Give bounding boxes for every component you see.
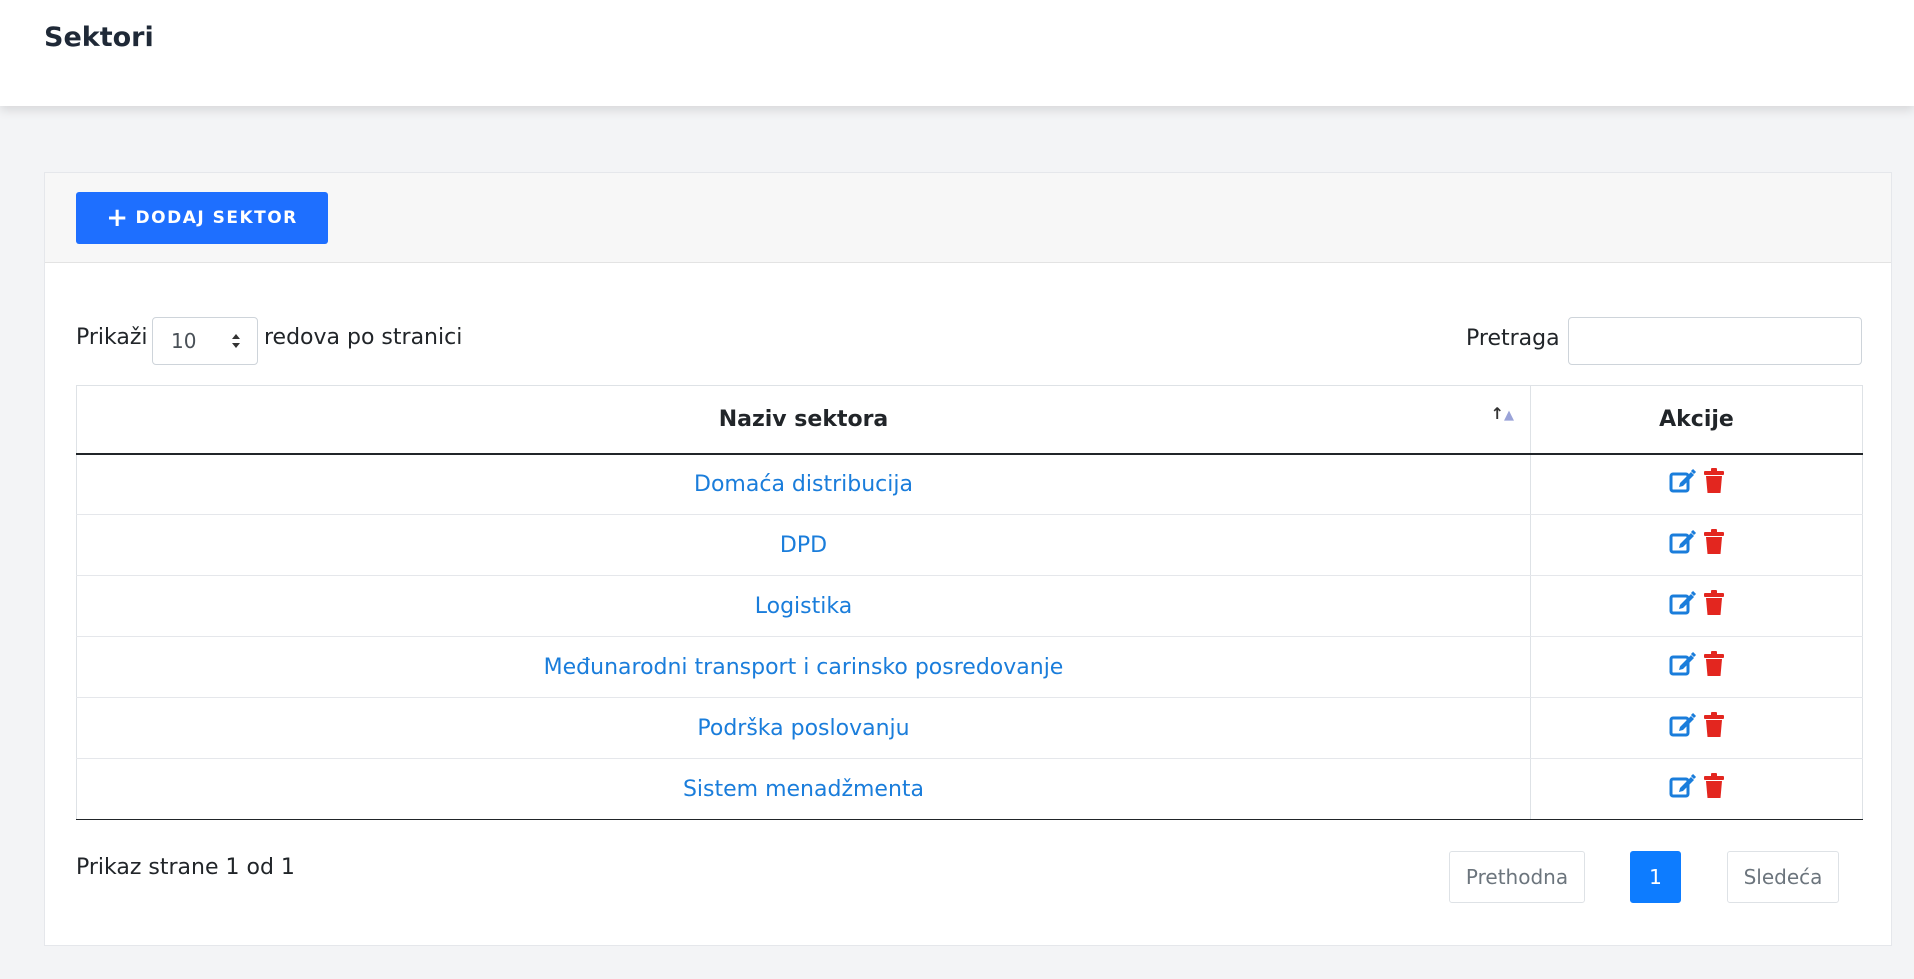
sector-name-link[interactable]: Domaća distribucija xyxy=(694,472,913,497)
trash-icon[interactable] xyxy=(1703,468,1725,494)
table-header-row: Naziv sektora ↑▲ Akcije xyxy=(76,385,1863,455)
actions-cell xyxy=(1530,697,1863,759)
table-row: Domaća distribucija xyxy=(76,453,1863,515)
page-header: Sektori xyxy=(0,0,1914,106)
column-header-name-label: Naziv sektora xyxy=(718,406,889,432)
trash-icon[interactable] xyxy=(1703,590,1725,616)
column-header-actions: Akcije xyxy=(1530,385,1863,455)
table-row: Međunarodni transport i carinsko posredo… xyxy=(76,636,1863,698)
actions-cell xyxy=(1530,453,1863,515)
actions-cell xyxy=(1530,575,1863,637)
trash-icon[interactable] xyxy=(1703,529,1725,555)
edit-icon[interactable] xyxy=(1669,773,1697,799)
trash-icon[interactable] xyxy=(1703,651,1725,677)
edit-icon[interactable] xyxy=(1669,529,1697,555)
trash-icon[interactable] xyxy=(1703,773,1725,799)
sector-name-cell: Sistem menadžmenta xyxy=(76,758,1531,820)
sector-name-link[interactable]: DPD xyxy=(780,533,827,558)
pagination-previous-button[interactable]: Prethodna xyxy=(1449,851,1585,903)
sort-ascending-icon: ↑▲ xyxy=(1490,404,1514,423)
add-sector-label: DODAJ SEKTOR xyxy=(135,208,298,228)
table-row: Podrška poslovanju xyxy=(76,697,1863,759)
length-prefix-label: Prikaži xyxy=(76,325,148,350)
table-row: Logistika xyxy=(76,575,1863,637)
sectors-table: Naziv sektora ↑▲ Akcije Domaća distribuc… xyxy=(76,385,1863,820)
rows-per-page-select[interactable]: 10 xyxy=(152,317,258,365)
sector-name-cell: Međunarodni transport i carinsko posredo… xyxy=(76,636,1531,698)
pagination-info: Prikaz strane 1 od 1 xyxy=(76,855,295,880)
sector-name-link[interactable]: Podrška poslovanju xyxy=(697,716,909,741)
sector-name-link[interactable]: Sistem menadžmenta xyxy=(683,777,924,802)
sort-caret-icon xyxy=(232,334,240,348)
column-header-name[interactable]: Naziv sektora ↑▲ xyxy=(76,385,1531,455)
sector-name-link[interactable]: Logistika xyxy=(755,594,852,619)
sector-name-link[interactable]: Međunarodni transport i carinsko posredo… xyxy=(544,655,1064,680)
sector-name-cell: Logistika xyxy=(76,575,1531,637)
edit-icon[interactable] xyxy=(1669,468,1697,494)
trash-icon[interactable] xyxy=(1703,712,1725,738)
card-header: + DODAJ SEKTOR xyxy=(45,173,1891,263)
pagination-page-1-button[interactable]: 1 xyxy=(1630,851,1681,903)
edit-icon[interactable] xyxy=(1669,590,1697,616)
edit-icon[interactable] xyxy=(1669,712,1697,738)
column-header-actions-label: Akcije xyxy=(1659,406,1734,432)
actions-cell xyxy=(1530,636,1863,698)
sector-name-cell: Podrška poslovanju xyxy=(76,697,1531,759)
table-row: DPD xyxy=(76,514,1863,576)
edit-icon[interactable] xyxy=(1669,651,1697,677)
sector-name-cell: DPD xyxy=(76,514,1531,576)
search-label: Pretraga xyxy=(1466,326,1560,351)
plus-icon: + xyxy=(106,203,130,233)
sectors-card: + DODAJ SEKTOR Prikaži 10 redova po stra… xyxy=(44,172,1892,946)
sector-name-cell: Domaća distribucija xyxy=(76,453,1531,515)
pagination-next-button[interactable]: Sledeća xyxy=(1727,851,1839,903)
add-sector-button[interactable]: + DODAJ SEKTOR xyxy=(76,192,328,244)
actions-cell xyxy=(1530,514,1863,576)
search-input[interactable] xyxy=(1568,317,1862,365)
page-title: Sektori xyxy=(44,22,154,53)
length-suffix-label: redova po stranici xyxy=(264,325,463,350)
table-row: Sistem menadžmenta xyxy=(76,758,1863,820)
actions-cell xyxy=(1530,758,1863,820)
rows-per-page-value: 10 xyxy=(171,329,197,353)
